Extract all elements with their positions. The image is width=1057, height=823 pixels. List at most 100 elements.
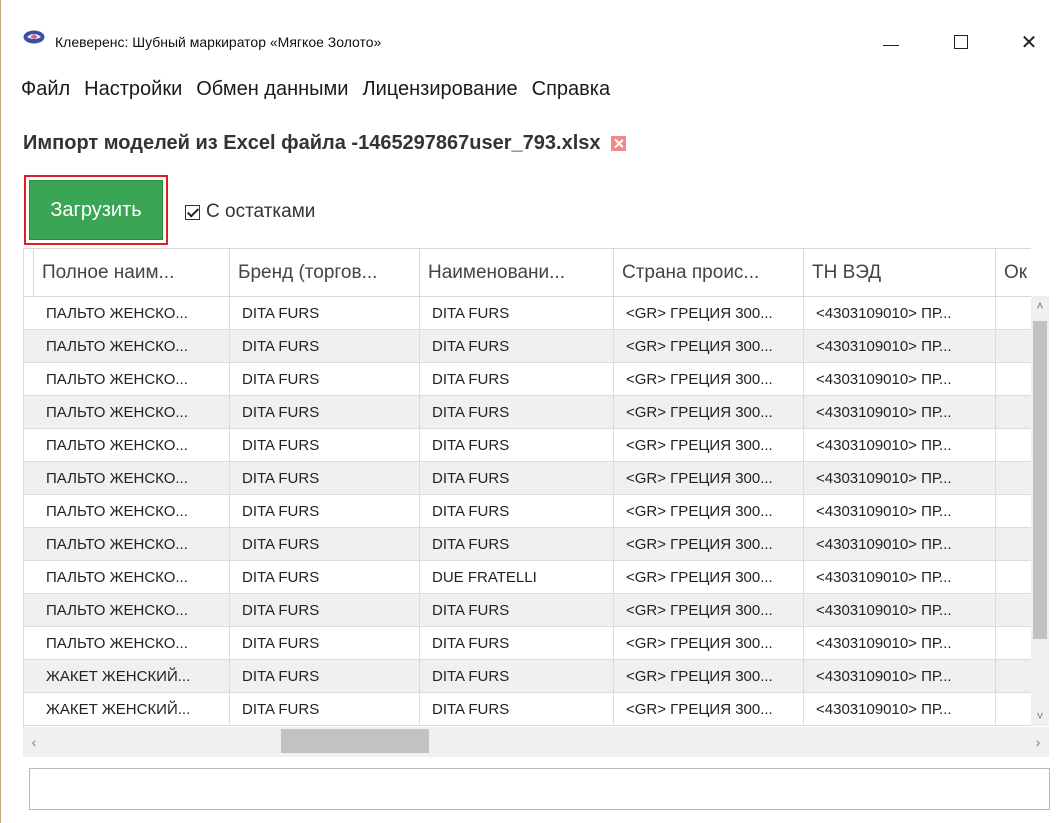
table-row[interactable]: ПАЛЬТО ЖЕНСКО... DITA FURS DITA FURS <GR> Г… (24, 297, 1031, 330)
cell-brand[interactable]: DITA FURS (230, 495, 420, 528)
vertical-scrollbar[interactable]: ˄ ˅ (1031, 296, 1049, 726)
table-row[interactable]: ПАЛЬТО ЖЕНСКО... DITA FURS DITA FURS <GR> Г… (24, 429, 1031, 462)
cell-tn-ved[interactable]: <4303109010> ПР... (804, 660, 996, 693)
close-window-button[interactable]: ✕ (1001, 22, 1057, 62)
horizontal-scroll-thumb[interactable] (281, 729, 429, 753)
column-header-okpd[interactable]: Ок (996, 249, 1031, 297)
table-row[interactable]: ПАЛЬТО ЖЕНСКО... DITA FURS DITA FURS <GR> Г… (24, 396, 1031, 429)
maximize-button[interactable] (933, 22, 989, 62)
scroll-up-icon[interactable]: ˄ (1031, 296, 1049, 316)
cell-full-name[interactable]: ПАЛЬТО ЖЕНСКО... (34, 297, 230, 330)
cell-full-name[interactable]: ПАЛЬТО ЖЕНСКО... (34, 627, 230, 660)
cell-tn-ved[interactable]: <4303109010> ПР... (804, 297, 996, 330)
table-row[interactable]: ПАЛЬТО ЖЕНСКО... DITA FURS DUE FRATELLI <GR… (24, 561, 1031, 594)
with-stock-option[interactable]: С остатками (185, 201, 315, 223)
cell-name[interactable]: DITA FURS (420, 660, 614, 693)
cell-full-name[interactable]: ПАЛЬТО ЖЕНСКО... (34, 594, 230, 627)
cell-okpd[interactable] (996, 297, 1031, 330)
cell-okpd[interactable] (996, 693, 1031, 726)
menu-file[interactable]: Файл (21, 78, 70, 101)
cell-full-name[interactable]: ПАЛЬТО ЖЕНСКО... (34, 363, 230, 396)
cell-okpd[interactable] (996, 627, 1031, 660)
menu-licensing[interactable]: Лицензирование (362, 78, 517, 101)
cell-name[interactable]: DITA FURS (420, 462, 614, 495)
table-row[interactable]: ПАЛЬТО ЖЕНСКО... DITA FURS DITA FURS <GR> Г… (24, 528, 1031, 561)
cell-tn-ved[interactable]: <4303109010> ПР... (804, 594, 996, 627)
cell-full-name[interactable]: ПАЛЬТО ЖЕНСКО... (34, 330, 230, 363)
cell-country[interactable]: <GR> ГРЕЦИЯ 300... (614, 363, 804, 396)
cell-brand[interactable]: DITA FURS (230, 627, 420, 660)
cell-okpd[interactable] (996, 396, 1031, 429)
cell-full-name[interactable]: ПАЛЬТО ЖЕНСКО... (34, 396, 230, 429)
table-row[interactable]: ПАЛЬТО ЖЕНСКО... DITA FURS DITA FURS <GR> Г… (24, 330, 1031, 363)
cell-okpd[interactable] (996, 363, 1031, 396)
cell-okpd[interactable] (996, 429, 1031, 462)
cell-full-name[interactable]: ПАЛЬТО ЖЕНСКО... (34, 495, 230, 528)
cell-country[interactable]: <GR> ГРЕЦИЯ 300... (614, 330, 804, 363)
cell-okpd[interactable] (996, 528, 1031, 561)
table-row[interactable]: ПАЛЬТО ЖЕНСКО... DITA FURS DITA FURS <GR> Г… (24, 627, 1031, 660)
cell-tn-ved[interactable]: <4303109010> ПР... (804, 561, 996, 594)
column-header-brand[interactable]: Бренд (торгов... (230, 249, 420, 297)
cell-name[interactable]: DITA FURS (420, 363, 614, 396)
cell-name[interactable]: DITA FURS (420, 495, 614, 528)
cell-tn-ved[interactable]: <4303109010> ПР... (804, 396, 996, 429)
cell-tn-ved[interactable]: <4303109010> ПР... (804, 462, 996, 495)
vertical-scroll-thumb[interactable] (1033, 321, 1047, 639)
cell-brand[interactable]: DITA FURS (230, 396, 420, 429)
minimize-button[interactable] (863, 22, 919, 62)
cell-okpd[interactable] (996, 495, 1031, 528)
cell-name[interactable]: DITA FURS (420, 429, 614, 462)
cell-brand[interactable]: DITA FURS (230, 462, 420, 495)
cell-name[interactable]: DITA FURS (420, 396, 614, 429)
table-row[interactable]: ПАЛЬТО ЖЕНСКО... DITA FURS DITA FURS <GR> Г… (24, 594, 1031, 627)
cell-country[interactable]: <GR> ГРЕЦИЯ 300... (614, 462, 804, 495)
with-stock-checkbox[interactable] (185, 204, 200, 220)
cell-brand[interactable]: DITA FURS (230, 561, 420, 594)
cell-country[interactable]: <GR> ГРЕЦИЯ 300... (614, 495, 804, 528)
cell-full-name[interactable]: ЖАКЕТ ЖЕНСКИЙ... (34, 660, 230, 693)
column-header-full-name[interactable]: Полное наим... (34, 249, 230, 297)
cell-name[interactable]: DITA FURS (420, 594, 614, 627)
cell-country[interactable]: <GR> ГРЕЦИЯ 300... (614, 594, 804, 627)
table-row[interactable]: ПАЛЬТО ЖЕНСКО... DITA FURS DITA FURS <GR> Г… (24, 462, 1031, 495)
cell-brand[interactable]: DITA FURS (230, 660, 420, 693)
cell-country[interactable]: <GR> ГРЕЦИЯ 300... (614, 429, 804, 462)
cell-country[interactable]: <GR> ГРЕЦИЯ 300... (614, 693, 804, 726)
cell-brand[interactable]: DITA FURS (230, 297, 420, 330)
horizontal-scrollbar[interactable]: ‹ › (23, 727, 1049, 757)
cell-okpd[interactable] (996, 561, 1031, 594)
menu-settings[interactable]: Настройки (84, 78, 182, 101)
cell-name[interactable]: DITA FURS (420, 330, 614, 363)
column-header-name[interactable]: Наименовани... (420, 249, 614, 297)
cell-brand[interactable]: DITA FURS (230, 594, 420, 627)
table-row[interactable]: ЖАКЕТ ЖЕНСКИЙ... DITA FURS DITA FURS <GR> Г… (24, 660, 1031, 693)
cell-country[interactable]: <GR> ГРЕЦИЯ 300... (614, 396, 804, 429)
cell-country[interactable]: <GR> ГРЕЦИЯ 300... (614, 561, 804, 594)
cell-brand[interactable]: DITA FURS (230, 429, 420, 462)
cell-okpd[interactable] (996, 462, 1031, 495)
cell-brand[interactable]: DITA FURS (230, 528, 420, 561)
cell-brand[interactable]: DITA FURS (230, 330, 420, 363)
close-file-icon[interactable] (610, 136, 626, 151)
scroll-left-icon[interactable]: ‹ (23, 727, 45, 757)
scroll-down-icon[interactable]: ˅ (1031, 706, 1049, 726)
cell-name[interactable]: DITA FURS (420, 297, 614, 330)
column-header-row-marker[interactable]: . (24, 249, 34, 297)
cell-full-name[interactable]: ПАЛЬТО ЖЕНСКО... (34, 561, 230, 594)
cell-brand[interactable]: DITA FURS (230, 693, 420, 726)
cell-tn-ved[interactable]: <4303109010> ПР... (804, 330, 996, 363)
cell-tn-ved[interactable]: <4303109010> ПР... (804, 363, 996, 396)
cell-brand[interactable]: DITA FURS (230, 363, 420, 396)
cell-tn-ved[interactable]: <4303109010> ПР... (804, 627, 996, 660)
cell-full-name[interactable]: ПАЛЬТО ЖЕНСКО... (34, 528, 230, 561)
cell-tn-ved[interactable]: <4303109010> ПР... (804, 429, 996, 462)
cell-country[interactable]: <GR> ГРЕЦИЯ 300... (614, 660, 804, 693)
menu-data-exchange[interactable]: Обмен данными (196, 78, 348, 101)
cell-okpd[interactable] (996, 660, 1031, 693)
scroll-right-icon[interactable]: › (1027, 727, 1049, 757)
load-button[interactable]: Загрузить (29, 180, 163, 240)
table-row[interactable]: ЖАКЕТ ЖЕНСКИЙ... DITA FURS DITA FURS <GR> Г… (24, 693, 1031, 726)
cell-country[interactable]: <GR> ГРЕЦИЯ 300... (614, 528, 804, 561)
table-row[interactable]: ПАЛЬТО ЖЕНСКО... DITA FURS DITA FURS <GR> Г… (24, 495, 1031, 528)
